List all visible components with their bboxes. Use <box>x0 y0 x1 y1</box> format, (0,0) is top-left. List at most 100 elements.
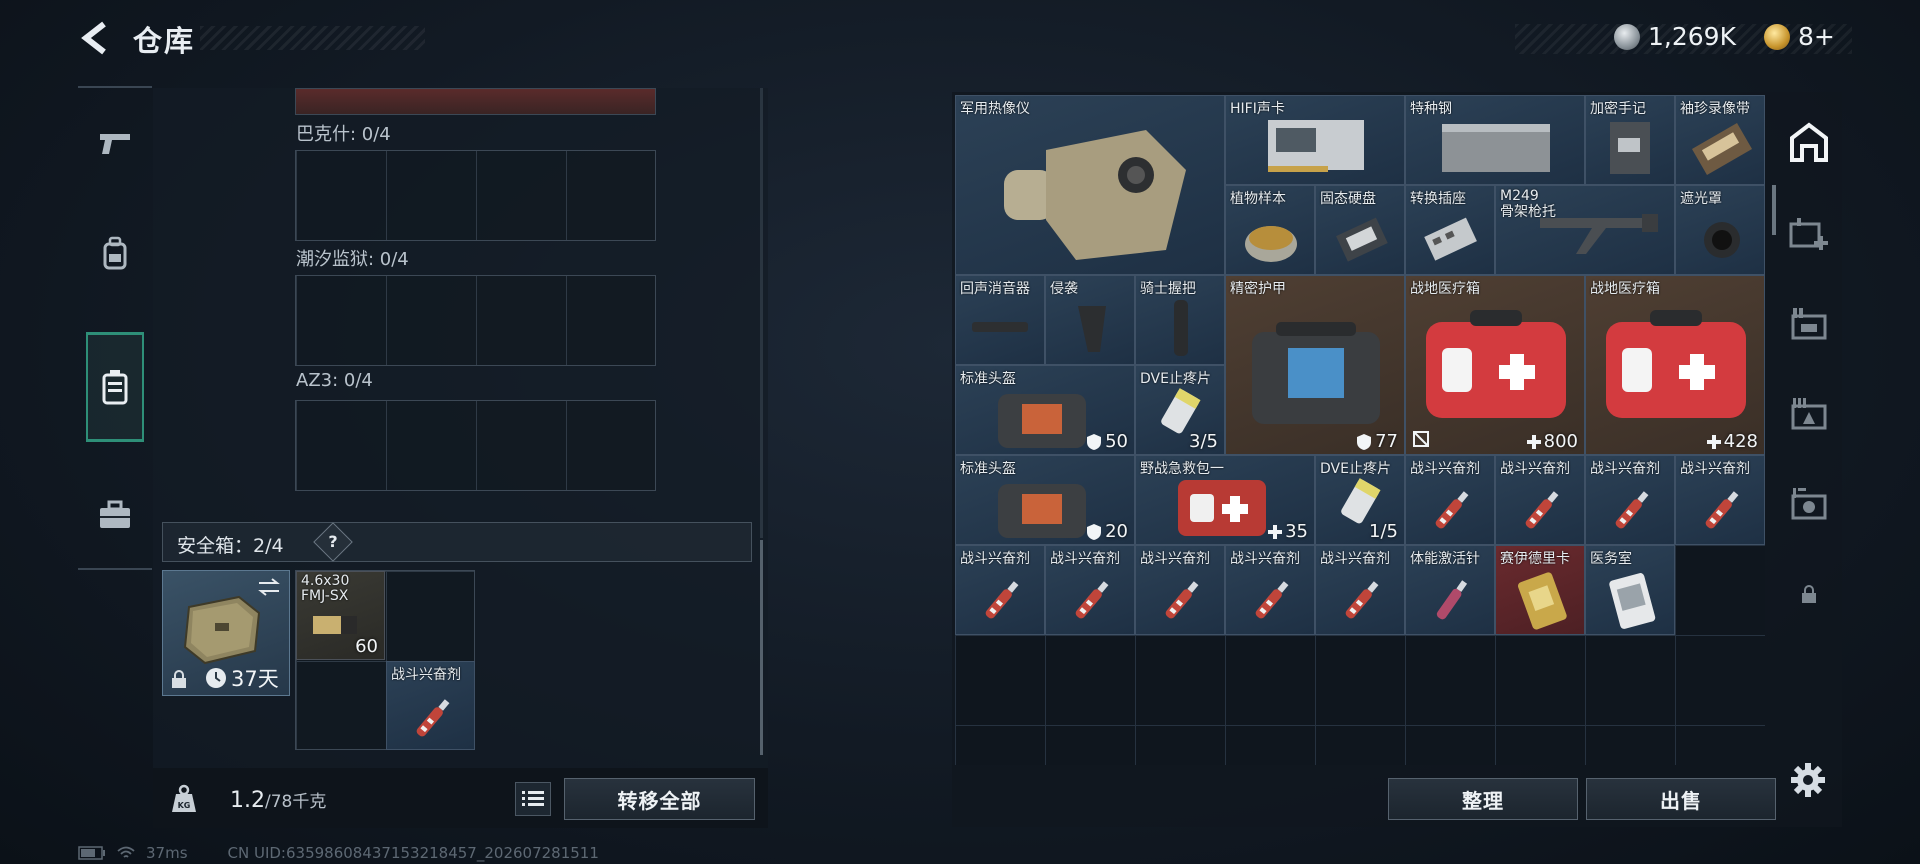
safebox-case[interactable]: 37天 <box>162 570 290 696</box>
briefcase-icon <box>100 500 130 528</box>
item-first-aid-pack[interactable]: 野战急救包一 35 <box>1135 455 1315 545</box>
item-combat-stim[interactable]: 战斗兴奋剂 <box>955 545 1045 635</box>
no-insure-icon <box>1413 431 1429 447</box>
item-lens-hood[interactable]: 遮光罩 <box>1675 185 1765 275</box>
shield-icon <box>1087 523 1102 540</box>
steel-plate-art <box>1442 124 1550 172</box>
bag-slot-grid[interactable] <box>295 400 656 491</box>
nav-briefcase[interactable] <box>78 460 152 570</box>
item-dve-painkiller[interactable]: DVE止疼片 1/5 <box>1315 455 1405 545</box>
shield-icon <box>1357 433 1372 450</box>
item-combat-stim[interactable]: 战斗兴奋剂 <box>1495 455 1585 545</box>
item-field-medkit[interactable]: 战地医疗箱 428 <box>1585 275 1765 455</box>
helmet-bag-art <box>998 394 1086 448</box>
storage-scrollbar-thumb[interactable] <box>760 540 763 755</box>
settings-gear-icon[interactable] <box>1790 762 1826 798</box>
battery-icon <box>78 846 105 860</box>
item-standard-helmet[interactable]: 标准头盔 50 <box>955 365 1135 455</box>
item-field-medkit[interactable]: 战地医疗箱 800 <box>1405 275 1585 455</box>
stim-syringe-art <box>1165 581 1199 619</box>
item-knight-grip[interactable]: 骑士握把 <box>1135 275 1225 365</box>
bag-label: 巴克什: 0/4 <box>296 124 391 145</box>
bag-label: AZ3: 0/4 <box>296 370 373 391</box>
nav-shelter[interactable] <box>1778 106 1840 178</box>
storage-2-icon <box>1791 308 1827 340</box>
gold-coin-icon <box>1764 23 1790 50</box>
silver-coin-icon <box>1614 23 1640 50</box>
item-adapter-socket[interactable]: 转换插座 <box>1405 185 1495 275</box>
first-aid-charge: 35 <box>1268 521 1308 542</box>
item-keycard[interactable]: 赛伊德里卡 <box>1495 545 1585 635</box>
bag-slot-grid[interactable] <box>295 150 656 241</box>
medkit-charge: 428 <box>1706 431 1758 452</box>
item-ssd[interactable]: 固态硬盘 <box>1315 185 1405 275</box>
status-line: 37ms CN UID:635986084371532184​57_202607… <box>78 844 599 862</box>
transfer-all-button[interactable]: 转移全部 <box>564 778 755 820</box>
item-echo-suppressor[interactable]: 回声消音器 <box>955 275 1045 365</box>
item-mini-tape[interactable]: 袖珍录像带 <box>1675 95 1765 185</box>
first-aid-pack-art <box>1178 480 1266 536</box>
backpack-icon <box>103 236 127 270</box>
helmet-durability: 20 <box>1086 521 1128 542</box>
nav-weapons[interactable] <box>78 88 152 198</box>
silver-currency[interactable]: 1,269K <box>1614 22 1736 51</box>
item-combat-stim[interactable]: 战斗兴奋剂 <box>1045 545 1135 635</box>
item-dve-painkiller[interactable]: DVE止疼片 3/5 <box>1135 365 1225 455</box>
safe-item-stim[interactable]: 战斗兴奋剂 <box>386 661 475 750</box>
infirmary-card-art <box>1609 573 1656 629</box>
item-precision-armor[interactable]: 精密护甲 77 <box>1225 275 1405 455</box>
helmet-bag-art <box>998 484 1086 538</box>
top-header: 仓库 1,269K 8+ <box>0 0 1920 78</box>
item-plant-sample[interactable]: 植物样本 <box>1225 185 1315 275</box>
storage-3-icon <box>1791 398 1827 430</box>
sort-button[interactable]: 整理 <box>1388 778 1578 820</box>
gold-currency[interactable]: 8+ <box>1764 22 1835 51</box>
stim-syringe-art <box>1255 581 1289 619</box>
suppressor-art <box>972 322 1028 332</box>
silver-amount: 1,269K <box>1648 22 1736 51</box>
weight-readout: 1.2/78千克 <box>230 787 326 813</box>
nav-safe-container[interactable] <box>86 332 144 442</box>
item-combat-stim[interactable]: 战斗兴奋剂 <box>1135 545 1225 635</box>
nav-storage-2[interactable] <box>1778 288 1840 360</box>
list-view-button[interactable] <box>515 782 551 816</box>
container-side-nav <box>1778 92 1840 652</box>
injector-art <box>1436 580 1468 620</box>
item-infirmary[interactable]: 医务室 <box>1585 545 1675 635</box>
nav-locked-slot[interactable] <box>1778 558 1840 630</box>
partial-bag-row <box>295 88 656 115</box>
item-special-steel[interactable]: 特种钢 <box>1405 95 1585 185</box>
item-combat-stim[interactable]: 战斗兴奋剂 <box>1315 545 1405 635</box>
item-hifi-card[interactable]: HIFI声卡 <box>1225 95 1405 185</box>
safe-case-art <box>183 595 261 665</box>
item-thermal-imager[interactable]: 军用热像仪 <box>955 95 1225 275</box>
ping-readout: 37ms <box>146 844 188 862</box>
svg-text:KG: KG <box>178 801 191 810</box>
nav-storage-medical[interactable] <box>1778 198 1840 270</box>
item-m249-stock[interactable]: M249 骨架枪托 <box>1495 185 1675 275</box>
nav-storage-3[interactable] <box>1778 378 1840 450</box>
safe-container-icon <box>102 370 128 405</box>
item-combat-stim[interactable]: 战斗兴奋剂 <box>1405 455 1495 545</box>
help-icon[interactable]: ? <box>313 522 353 562</box>
safebox-header: 安全箱：2/4 ? <box>162 522 752 562</box>
swap-arrows-icon[interactable] <box>257 577 281 597</box>
item-encrypted-notes[interactable]: 加密手记 <box>1585 95 1675 185</box>
item-stamina-injector[interactable]: 体能激活针 <box>1405 545 1495 635</box>
nav-backpack[interactable] <box>78 198 152 308</box>
ssd-art <box>1336 217 1388 262</box>
inventory-scrollbar[interactable] <box>1772 185 1776 235</box>
item-standard-helmet[interactable]: 标准头盔 20 <box>955 455 1135 545</box>
item-combat-stim[interactable]: 战斗兴奋剂 <box>1585 455 1675 545</box>
medkit-art <box>1426 310 1566 418</box>
item-combat-stim[interactable]: 战斗兴奋剂 <box>1675 455 1765 545</box>
nav-storage-4[interactable] <box>1778 468 1840 540</box>
safe-item-ammo[interactable]: 4.6x30 FMJ-SX 60 <box>296 571 385 660</box>
back-arrow-icon[interactable] <box>78 20 112 56</box>
bag-slot-grid[interactable] <box>295 275 656 366</box>
pistol-icon <box>100 134 130 154</box>
sell-button[interactable]: 出售 <box>1586 778 1776 820</box>
weight-kg-icon: KG <box>172 784 196 812</box>
item-raid-grip[interactable]: 侵袭 <box>1045 275 1135 365</box>
item-combat-stim[interactable]: 战斗兴奋剂 <box>1225 545 1315 635</box>
